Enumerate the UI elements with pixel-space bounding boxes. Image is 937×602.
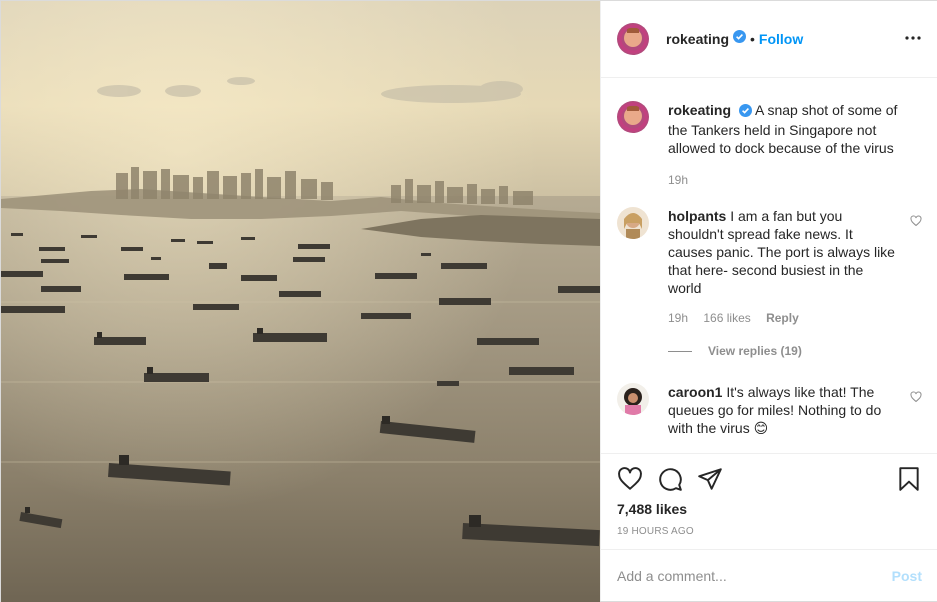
commenter-avatar-image	[617, 207, 649, 239]
post-comment-button[interactable]: Post	[892, 568, 922, 584]
add-comment-bar: Post	[601, 549, 937, 601]
heart-icon[interactable]	[617, 466, 643, 492]
post-actions: 7,488 likes 19 HOURS AGO	[601, 453, 937, 549]
caption-body: rokeating A snap shot of some of the Tan…	[668, 101, 898, 189]
likes-count[interactable]: 7,488 likes	[617, 501, 687, 517]
instagram-post: rokeating • Follow rokeating A snap shot…	[0, 0, 937, 602]
author-avatar-image	[617, 23, 649, 55]
comment-body: holpants I am a fan but you shouldn't sp…	[668, 207, 898, 327]
caption-author-avatar[interactable]	[617, 101, 649, 133]
commenter-avatar[interactable]	[617, 207, 649, 239]
post-side-panel: rokeating • Follow rokeating A snap shot…	[600, 1, 937, 601]
follow-button[interactable]: Follow	[759, 31, 803, 47]
caption-avatar-image	[617, 101, 649, 133]
comment-body: caroon1 It's always like that! The queue…	[668, 383, 898, 437]
caption-timestamp[interactable]: 19h	[668, 173, 688, 187]
commenter-avatar-image	[617, 383, 649, 415]
harbor-tankers-image	[1, 1, 600, 602]
comment-username[interactable]: holpants	[668, 208, 726, 224]
comment-like-heart-icon[interactable]	[910, 215, 922, 227]
header-separator: •	[750, 31, 755, 47]
reply-button[interactable]: Reply	[766, 311, 799, 325]
verified-badge-icon	[738, 103, 752, 121]
share-icon[interactable]	[697, 466, 723, 492]
add-comment-input[interactable]	[617, 567, 892, 584]
comment-icon[interactable]	[657, 466, 683, 492]
author-username[interactable]: rokeating	[666, 31, 729, 47]
more-options-icon[interactable]	[904, 29, 922, 47]
comment-username[interactable]: caroon1	[668, 384, 722, 400]
post-timestamp[interactable]: 19 HOURS AGO	[617, 526, 694, 537]
view-replies-label: View replies (19)	[708, 344, 802, 358]
comment-timestamp[interactable]: 19h	[668, 311, 688, 325]
author-avatar[interactable]	[617, 23, 649, 55]
comment-likes[interactable]: 166 likes	[703, 311, 750, 325]
verified-badge-icon	[733, 30, 747, 48]
commenter-avatar[interactable]	[617, 383, 649, 415]
replies-divider-line	[668, 350, 692, 352]
caption-username[interactable]: rokeating	[668, 102, 731, 118]
comments-list[interactable]: rokeating A snap shot of some of the Tan…	[601, 79, 937, 453]
post-photo[interactable]	[1, 1, 600, 602]
comment-like-heart-icon[interactable]	[910, 391, 922, 403]
view-replies-button[interactable]: View replies (19)	[668, 344, 802, 358]
post-header: rokeating • Follow	[601, 1, 937, 78]
bookmark-icon[interactable]	[896, 466, 922, 492]
